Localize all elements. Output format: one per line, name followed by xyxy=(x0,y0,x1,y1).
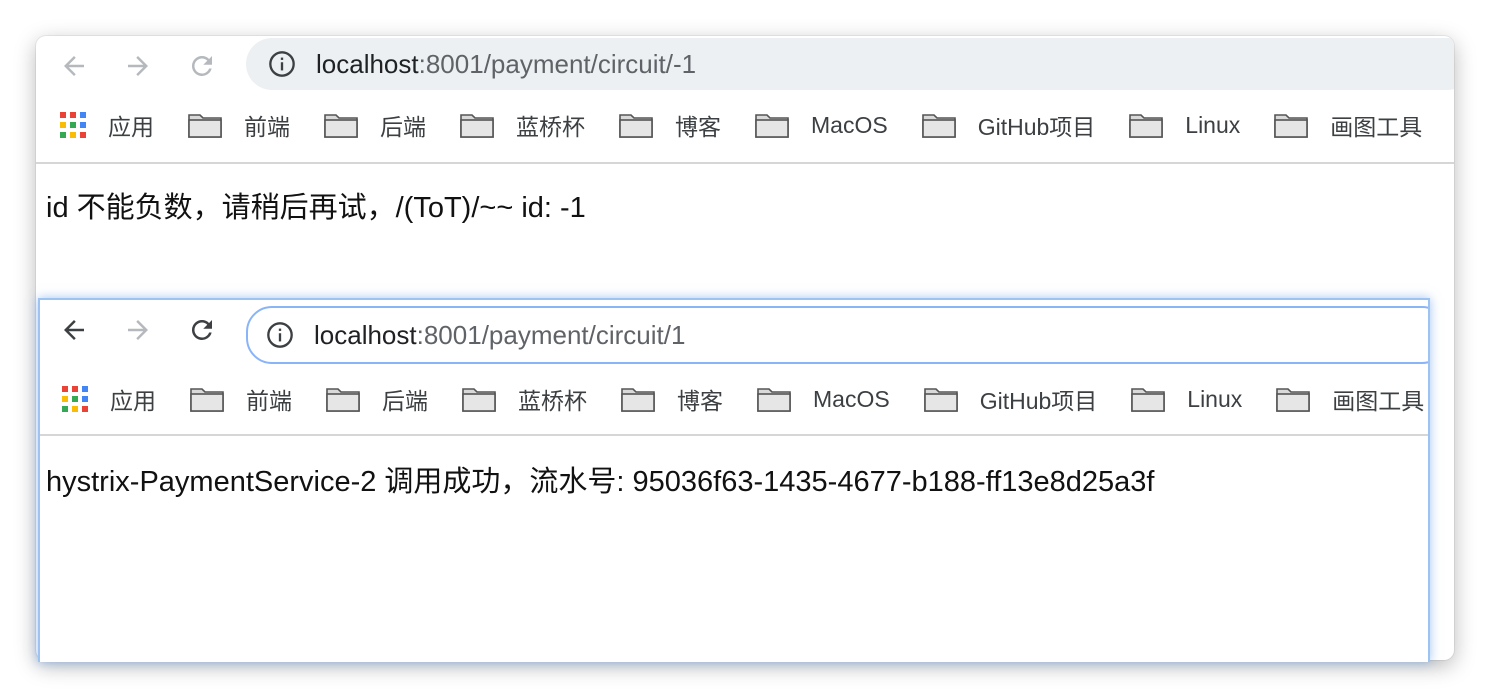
browser-window-front: localhost:8001/payment/circuit/1 应用 前端 后端… xyxy=(38,298,1430,662)
bookmark-label: 博客 xyxy=(677,388,723,414)
bookmark-folder[interactable]: 博客 xyxy=(621,382,723,416)
toolbar-divider xyxy=(36,162,1454,164)
bookmark-folder[interactable]: 前端 xyxy=(188,108,290,142)
back-arrow-icon xyxy=(64,56,84,76)
folder-icon xyxy=(619,112,653,138)
bookmark-label: 蓝桥杯 xyxy=(518,388,587,414)
bookmarks-bar: 应用 前端 后端 蓝桥杯 博客 MacOS GitHub项目 Linux 画图工具 xyxy=(36,96,1454,154)
bookmark-label: GitHub项目 xyxy=(977,114,1096,140)
bookmark-label: MacOS xyxy=(811,111,888,138)
bookmark-folder[interactable]: Linux xyxy=(1131,382,1242,416)
folder-icon xyxy=(921,112,956,138)
folder-icon xyxy=(326,386,360,412)
back-button[interactable] xyxy=(54,310,94,350)
bookmark-folders: 前端 后端 蓝桥杯 博客 MacOS GitHub项目 Linux 画图工具 xyxy=(190,382,1428,416)
bookmark-apps[interactable]: 应用 xyxy=(60,108,154,142)
toolbar: localhost:8001/payment/circuit/1 xyxy=(40,300,1428,364)
address-bar[interactable]: localhost:8001/payment/circuit/1 xyxy=(246,306,1428,364)
address-bar[interactable]: localhost:8001/payment/circuit/-1 xyxy=(246,38,1454,90)
forward-arrow-icon xyxy=(128,56,148,76)
bookmark-label: 画图工具 xyxy=(1330,114,1423,140)
bookmark-label: MacOS xyxy=(813,385,890,412)
page-body-text: hystrix-PaymentService-2 调用成功，流水号: 95036… xyxy=(46,466,1155,498)
bookmark-folder[interactable]: 后端 xyxy=(326,382,428,416)
bookmark-folder[interactable]: 蓝桥杯 xyxy=(462,382,587,416)
bookmark-label: 后端 xyxy=(380,114,426,140)
forward-button[interactable] xyxy=(118,46,158,86)
info-icon[interactable] xyxy=(268,50,296,78)
folder-icon xyxy=(1129,112,1164,138)
bookmark-label: 应用 xyxy=(108,114,154,140)
apps-grid-icon xyxy=(60,112,86,138)
bookmark-folders: 前端 后端 蓝桥杯 博客 MacOS GitHub项目 Linux 画图工具 xyxy=(188,108,1454,142)
bookmark-folder[interactable]: GitHub项目 xyxy=(921,108,1096,142)
forward-arrow-icon xyxy=(128,320,148,340)
folder-icon xyxy=(757,386,791,412)
bookmark-label: 画图工具 xyxy=(1332,388,1425,414)
reload-icon xyxy=(191,319,212,340)
bookmark-folder[interactable]: MacOS xyxy=(757,382,890,416)
folder-icon xyxy=(324,112,358,138)
folder-icon xyxy=(621,386,655,412)
toolbar-divider xyxy=(40,434,1428,436)
folder-icon xyxy=(1276,386,1311,412)
back-arrow-icon xyxy=(64,320,84,340)
bookmark-label: 应用 xyxy=(110,388,156,414)
bookmark-folder[interactable]: 后端 xyxy=(324,108,426,142)
bookmark-folder[interactable]: 前端 xyxy=(190,382,292,416)
bookmark-apps[interactable]: 应用 xyxy=(62,382,156,416)
bookmark-label: Linux xyxy=(1185,111,1241,138)
page-body-text: id 不能负数，请稍后再试，/(ToT)/~~ id: -1 xyxy=(46,192,586,224)
forward-button[interactable] xyxy=(118,310,158,350)
bookmark-folder[interactable]: Linux xyxy=(1129,108,1240,142)
url-text: localhost:8001/payment/circuit/1 xyxy=(314,319,686,350)
url-text: localhost:8001/payment/circuit/-1 xyxy=(316,48,697,79)
bookmark-label: 博客 xyxy=(675,114,721,140)
folder-icon xyxy=(923,386,958,412)
info-icon[interactable] xyxy=(266,321,294,349)
bookmark-folder[interactable]: 蓝桥杯 xyxy=(460,108,585,142)
folder-icon xyxy=(462,386,496,412)
folder-icon xyxy=(460,112,494,138)
back-button[interactable] xyxy=(54,46,94,86)
bookmark-label: 前端 xyxy=(244,114,290,140)
apps-grid-icon xyxy=(62,386,88,412)
bookmark-folder[interactable]: 博客 xyxy=(619,108,721,142)
bookmark-label: Linux xyxy=(1187,385,1243,412)
folder-icon xyxy=(1131,386,1166,412)
bookmarks-bar: 应用 前端 后端 蓝桥杯 博客 MacOS GitHub项目 Linux 画图工具 xyxy=(40,370,1428,428)
bookmark-label: 蓝桥杯 xyxy=(516,114,585,140)
folder-icon xyxy=(190,386,224,412)
bookmark-folder[interactable]: GitHub项目 xyxy=(923,382,1098,416)
reload-button[interactable] xyxy=(182,310,222,350)
folder-icon xyxy=(188,112,222,138)
reload-icon xyxy=(191,55,212,76)
toolbar: localhost:8001/payment/circuit/-1 xyxy=(36,36,1454,92)
bookmark-folder[interactable]: 画图工具 xyxy=(1276,382,1424,416)
bookmark-folder[interactable]: MacOS xyxy=(755,108,888,142)
folder-icon xyxy=(755,112,789,138)
bookmark-label: GitHub项目 xyxy=(979,388,1098,414)
bookmark-folder[interactable]: 画图工具 xyxy=(1274,108,1422,142)
folder-icon xyxy=(1274,112,1309,138)
reload-button[interactable] xyxy=(182,46,222,86)
bookmark-label: 后端 xyxy=(382,388,428,414)
bookmark-label: 前端 xyxy=(246,388,292,414)
